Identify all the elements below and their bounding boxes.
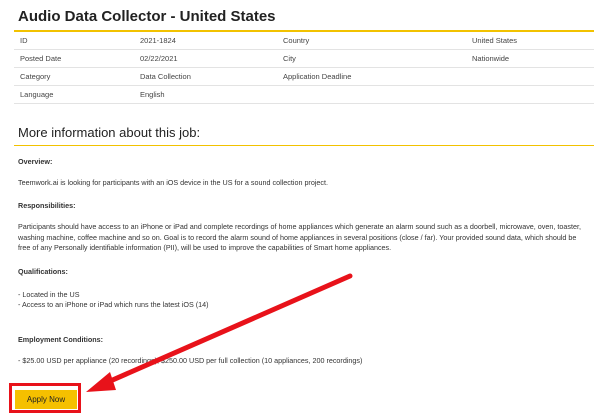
detail-label: ID bbox=[14, 32, 134, 50]
detail-label: Application Deadline bbox=[277, 67, 466, 86]
table-row: Language English bbox=[14, 85, 594, 104]
detail-value: Nationwide bbox=[466, 49, 594, 68]
detail-label: Language bbox=[14, 85, 134, 104]
detail-value: 2021-1824 bbox=[134, 32, 277, 50]
detail-value bbox=[466, 85, 594, 104]
responsibilities-text: Participants should have access to an iP… bbox=[18, 222, 581, 253]
detail-label: Country bbox=[277, 32, 466, 50]
overview-label: Overview: bbox=[18, 157, 53, 166]
employment-label: Employment Conditions: bbox=[18, 335, 104, 344]
table-row: Category Data Collection Application Dea… bbox=[14, 67, 594, 86]
detail-label: Category bbox=[14, 67, 134, 86]
detail-value: English bbox=[134, 85, 277, 104]
employment-text: - $25.00 USD per appliance (20 recording… bbox=[18, 356, 363, 365]
qualifications-label: Qualifications: bbox=[18, 267, 68, 276]
table-row: Posted Date 02/22/2021 City Nationwide bbox=[14, 49, 594, 68]
job-details-table: ID 2021-1824 Country United States Poste… bbox=[14, 32, 594, 104]
qualification-item: - Located in the US bbox=[18, 290, 80, 299]
detail-value: Data Collection bbox=[134, 67, 277, 86]
qualification-item: - Access to an iPhone or iPad which runs… bbox=[18, 300, 209, 309]
detail-label: Posted Date bbox=[14, 49, 134, 68]
detail-label bbox=[277, 85, 466, 104]
responsibilities-label: Responsibilities: bbox=[18, 201, 76, 210]
detail-value: United States bbox=[466, 32, 594, 50]
more-info-heading: More information about this job: bbox=[18, 125, 201, 140]
arrow-head bbox=[86, 372, 116, 392]
detail-label: City bbox=[277, 49, 466, 68]
apply-now-button[interactable]: Apply Now bbox=[15, 390, 77, 409]
job-title: Audio Data Collector - United States bbox=[18, 8, 276, 25]
table-row: ID 2021-1824 Country United States bbox=[14, 32, 594, 50]
detail-value: 02/22/2021 bbox=[134, 49, 277, 68]
detail-value bbox=[466, 67, 594, 86]
more-info-divider bbox=[14, 145, 594, 146]
overview-text: Teemwork.ai is looking for participants … bbox=[18, 178, 329, 187]
